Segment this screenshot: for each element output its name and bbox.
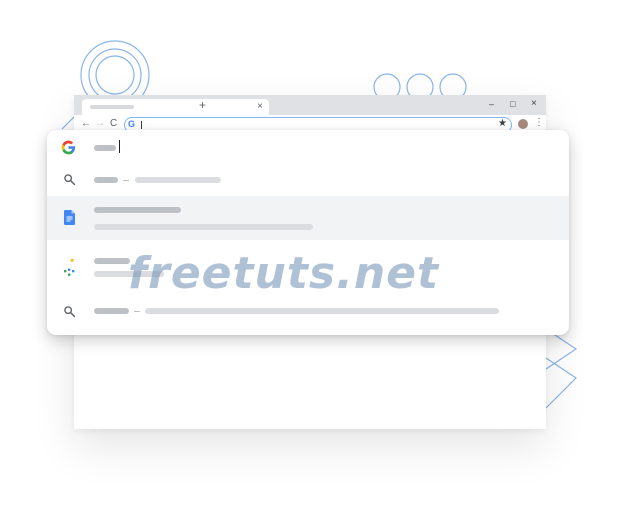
deco-ring-inner <box>95 55 135 95</box>
suggestion-separator <box>123 180 129 181</box>
google-docs-icon <box>64 210 75 225</box>
stage: × + – □ × ← → C G ★ ⋮ freetuts.net <box>0 0 626 530</box>
watermark-text: freetuts.net <box>128 248 440 299</box>
browser-tab[interactable]: × <box>82 99 269 115</box>
suggestion-row-input[interactable] <box>47 130 569 164</box>
omnibox-suggestions <box>47 130 569 335</box>
tab-title-placeholder <box>90 105 134 109</box>
bookmark-star-icon[interactable]: ★ <box>498 118 507 129</box>
maximize-button[interactable]: □ <box>510 98 515 110</box>
google-g-icon <box>61 140 76 155</box>
profile-avatar[interactable] <box>518 119 528 129</box>
suggestion-row-document[interactable] <box>47 196 569 240</box>
google-photos-icon <box>64 259 75 276</box>
omnibox-caret <box>141 121 142 129</box>
forward-icon[interactable]: → <box>95 118 105 130</box>
reload-icon[interactable]: C <box>110 118 117 130</box>
suggestion-description-placeholder <box>135 177 221 183</box>
suggestion-separator <box>134 311 140 312</box>
search-icon <box>64 306 76 318</box>
suggestion-text-placeholder <box>94 308 129 314</box>
suggestion-description-placeholder <box>145 308 499 314</box>
deco-ring-middle <box>88 48 142 102</box>
search-icon <box>64 174 76 186</box>
back-icon[interactable]: ← <box>81 118 91 130</box>
google-g-icon: G <box>128 119 136 129</box>
document-url-placeholder <box>94 224 313 230</box>
photo-title-placeholder <box>94 258 130 264</box>
text-caret <box>119 140 120 153</box>
close-window-button[interactable]: × <box>531 98 537 110</box>
document-title-placeholder <box>94 207 181 213</box>
typed-text-placeholder <box>94 145 116 151</box>
tab-close-icon[interactable]: × <box>257 100 263 114</box>
deco-line <box>61 116 75 130</box>
menu-kebab-icon[interactable]: ⋮ <box>534 117 544 128</box>
minimize-button[interactable]: – <box>489 98 494 110</box>
deco-chevron-1 <box>545 328 578 370</box>
tab-strip: × + – □ × <box>74 95 546 115</box>
new-tab-button[interactable]: + <box>199 98 206 112</box>
suggestion-row-search-1[interactable] <box>47 164 569 196</box>
suggestion-text-placeholder <box>94 177 118 183</box>
